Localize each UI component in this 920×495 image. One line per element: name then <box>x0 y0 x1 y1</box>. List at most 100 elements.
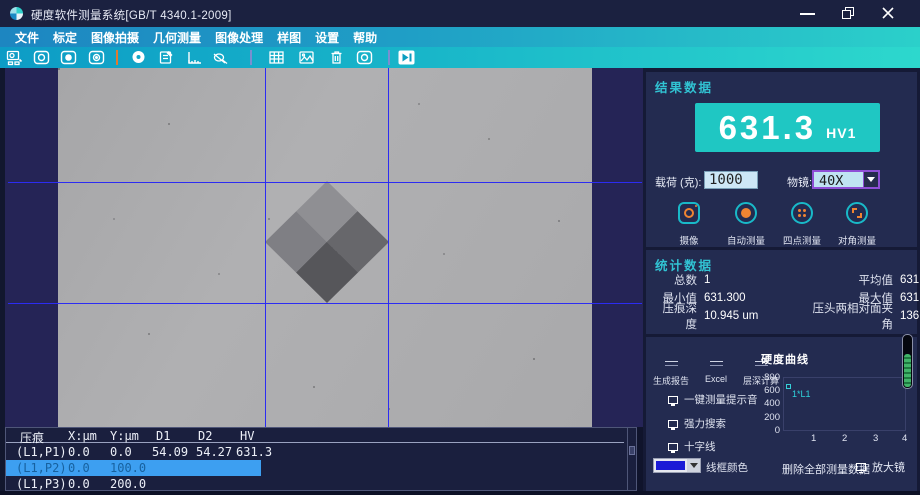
cell: (L1,P1) <box>16 445 67 459</box>
stat-label: 压头两相对面夹角 <box>804 300 900 332</box>
menu-geometry-measure[interactable]: 几何测量 <box>146 29 208 46</box>
objective-label: 物镜: <box>787 174 812 190</box>
app-logo-icon <box>10 7 23 20</box>
report-icon <box>665 361 678 366</box>
ytick-label: 0 <box>754 425 780 436</box>
stat-value: 631.300 <box>704 292 804 304</box>
image-icon[interactable] <box>298 49 315 66</box>
table-header: 压痕 X:μm Y:μm D1 D2 HV <box>6 428 624 443</box>
toolbar-separator <box>116 50 118 65</box>
menu-calibration[interactable]: 标定 <box>46 29 84 46</box>
excel-button[interactable]: Excel <box>696 353 736 384</box>
camera-snap-icon[interactable] <box>88 49 105 66</box>
col-d2: D2 <box>198 429 212 443</box>
right-panel: 结果数据 631.3 HV1 载荷 (克): 物镜: 40X 摄像 自动测量 <box>643 68 920 495</box>
four-point-icon <box>791 202 813 224</box>
stat-value: 631.300 <box>900 274 920 286</box>
menu-settings[interactable]: 设置 <box>308 29 346 46</box>
button-label: 四点测量 <box>773 233 831 247</box>
lens-icon[interactable] <box>212 49 229 66</box>
ruler-icon[interactable] <box>186 49 203 66</box>
menu-file[interactable]: 文件 <box>8 29 46 46</box>
magnifier-button[interactable]: 放大镜 <box>856 459 905 475</box>
minimize-icon[interactable] <box>800 13 815 15</box>
cell: 0.0 <box>110 445 132 459</box>
measure-line-horizontal-bottom <box>8 303 642 304</box>
col-hv: HV <box>240 429 254 443</box>
button-label: 对角测量 <box>828 233 886 247</box>
button-label: 摄像 <box>660 233 718 247</box>
checkbox-label: 强力搜索 <box>684 416 726 431</box>
xtick-label: 3 <box>873 433 878 444</box>
diagonal-icon <box>846 202 868 224</box>
data-table-icon[interactable] <box>268 49 285 66</box>
edit-note-icon[interactable] <box>158 49 175 66</box>
microscope-viewport <box>5 68 643 427</box>
auto-measure-button[interactable]: 自动测量 <box>717 202 775 247</box>
statistics-grid: 总数 1 平均值 631.300 最小值 631.300 最大值 631.300… <box>652 271 910 325</box>
table-row[interactable]: (L1,P3) 0.0 200.0 <box>6 476 624 492</box>
stat-value: 631.300 <box>900 292 920 304</box>
menu-image-capture[interactable]: 图像拍摄 <box>84 29 146 46</box>
button-label: 自动测量 <box>717 233 775 247</box>
power-search-checkbox[interactable]: 强力搜索 <box>668 416 726 431</box>
tools-section: 生成报告 Excel 层深计算 硬度曲线 800 600 400 200 0 1… <box>646 337 917 491</box>
four-point-measure-button[interactable]: 四点测量 <box>773 202 831 247</box>
camera-live-icon[interactable] <box>33 49 50 66</box>
close-icon[interactable] <box>881 6 895 20</box>
specimen-dust <box>58 68 60 70</box>
vickers-indentation <box>265 181 389 303</box>
result-section: 结果数据 631.3 HV1 载荷 (克): 物镜: 40X 摄像 自动测量 <box>646 72 917 247</box>
menu-help[interactable]: 帮助 <box>346 29 384 46</box>
xtick-label: 2 <box>842 433 847 444</box>
line-color-dropdown[interactable] <box>653 458 701 473</box>
cell: 0.0 <box>68 477 90 491</box>
stat-label: 总数 <box>652 272 704 288</box>
menu-image-process[interactable]: 图像处理 <box>208 29 270 46</box>
result-title: 结果数据 <box>655 77 713 96</box>
cell: 200.0 <box>110 477 146 491</box>
ytick-label: 800 <box>754 372 780 383</box>
stat-label: 平均值 <box>804 272 900 288</box>
col-d1: D1 <box>156 429 170 443</box>
stat-value: 10.945 um <box>704 310 804 322</box>
cell: (L1,P3) <box>16 477 67 491</box>
load-input[interactable] <box>704 171 758 189</box>
crosshair-checkbox[interactable]: 十字线 <box>668 439 716 454</box>
hardness-value: 631.3 <box>719 109 817 147</box>
level-fill <box>904 354 911 387</box>
measure-line-horizontal-top <box>8 182 642 183</box>
checkbox-label: 一键测量提示音 <box>684 392 758 407</box>
xtick-label: 4 <box>902 433 907 444</box>
chart-data-point <box>786 384 791 389</box>
excel-icon <box>710 361 723 366</box>
menu-bar: 文件 标定 图像拍摄 几何测量 图像处理 样图 设置 帮助 <box>0 27 920 47</box>
cell: 631.3 <box>236 445 272 459</box>
play-next-icon[interactable] <box>398 49 415 66</box>
color-swatch <box>656 461 685 470</box>
objective-dropdown[interactable]: 40X <box>812 170 880 189</box>
capture-button[interactable]: 摄像 <box>660 202 718 247</box>
hardness-chart-plot <box>783 377 906 431</box>
snapshot-icon[interactable] <box>356 49 373 66</box>
chart-point-label: 1*L1 <box>792 389 811 399</box>
table-row-selected[interactable]: (L1,P2) 0.0 100.0 <box>6 460 261 476</box>
menu-sample[interactable]: 样图 <box>270 29 308 46</box>
cell: 0.0 <box>68 445 90 459</box>
beep-checkbox[interactable]: 一键测量提示音 <box>668 392 758 407</box>
table-scrollbar[interactable] <box>627 428 636 490</box>
checkbox-label: 十字线 <box>684 439 716 454</box>
camera-record-icon[interactable] <box>60 49 77 66</box>
generate-report-button[interactable]: 生成报告 <box>648 353 694 387</box>
target-icon[interactable] <box>130 49 147 66</box>
screen-capture-icon[interactable] <box>6 49 23 66</box>
chevron-down-icon <box>863 172 878 187</box>
table-row[interactable]: (L1,P1) 0.0 0.0 54.09 54.27 631.3 <box>6 444 624 460</box>
level-indicator[interactable] <box>902 334 913 389</box>
window-title: 硬度软件测量系统[GB/T 4340.1-2009] <box>31 7 232 23</box>
diagonal-measure-button[interactable]: 对角测量 <box>828 202 886 247</box>
col-y: Y:μm <box>110 429 139 443</box>
delete-icon[interactable] <box>328 49 345 66</box>
maximize-icon[interactable] <box>842 7 855 19</box>
camera-capture-icon <box>678 202 700 224</box>
